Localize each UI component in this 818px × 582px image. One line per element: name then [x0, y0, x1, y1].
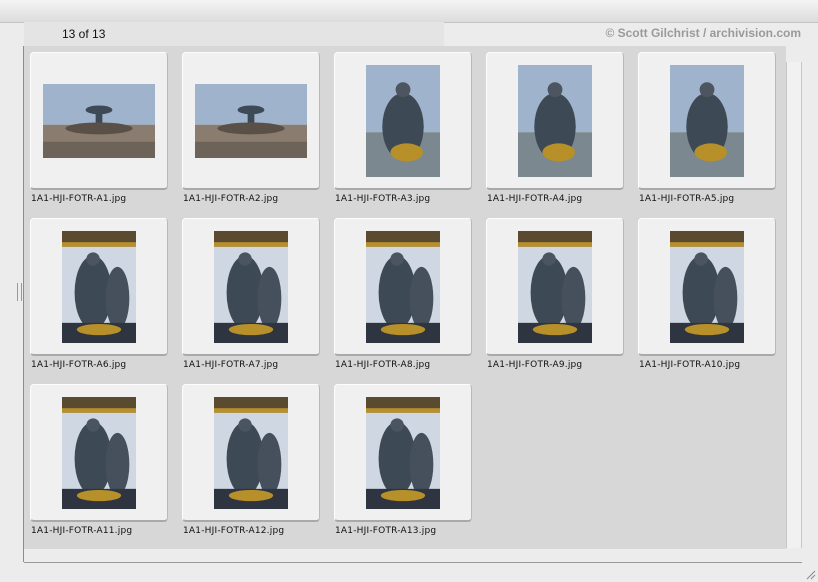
thumbnail-filename: 1A1-HJI-FOTR-A3.jpg [335, 194, 431, 204]
thumbnail-image[interactable] [62, 231, 136, 343]
thumbnail-tile[interactable] [638, 218, 776, 356]
thumbnail-filename: 1A1-HJI-FOTR-A9.jpg [487, 360, 583, 370]
thumbnail-image[interactable] [366, 397, 440, 509]
thumbnail-image[interactable] [670, 231, 744, 343]
thumbnail-image[interactable] [518, 231, 592, 343]
thumbnail-tile[interactable] [30, 52, 168, 190]
vertical-scrollbar[interactable] [786, 62, 802, 548]
thumbnail-filename: 1A1-HJI-FOTR-A6.jpg [31, 360, 127, 370]
thumbnail-tile[interactable] [30, 218, 168, 356]
thumbnail-filename: 1A1-HJI-FOTR-A8.jpg [335, 360, 431, 370]
thumbnail-filename: 1A1-HJI-FOTR-A12.jpg [183, 526, 285, 536]
thumbnail-image[interactable] [518, 65, 592, 177]
thumbnail-tile[interactable] [638, 52, 776, 190]
splitter-grip-icon[interactable] [17, 283, 22, 301]
thumbnail-filename: 1A1-HJI-FOTR-A7.jpg [183, 360, 279, 370]
thumbnail-tile[interactable] [30, 384, 168, 522]
thumbnail-image[interactable] [366, 231, 440, 343]
thumbnail-tile[interactable] [182, 218, 320, 356]
thumbnail-filename: 1A1-HJI-FOTR-A1.jpg [31, 194, 127, 204]
thumbnail-image[interactable] [195, 84, 307, 158]
thumbnail-tile[interactable] [334, 384, 472, 522]
window-top-bar [0, 0, 818, 23]
thumbnail-tile[interactable] [334, 52, 472, 190]
thumbnail-image[interactable] [214, 231, 288, 343]
thumbnail-filename: 1A1-HJI-FOTR-A2.jpg [183, 194, 279, 204]
thumbnail-image[interactable] [214, 397, 288, 509]
thumbnail-filename: 1A1-HJI-FOTR-A10.jpg [639, 360, 741, 370]
thumbnail-tile[interactable] [486, 218, 624, 356]
thumbnail-filename: 1A1-HJI-FOTR-A11.jpg [31, 526, 133, 536]
panel-bottom-border [24, 562, 802, 563]
thumbnail-tile[interactable] [182, 52, 320, 190]
resize-grip-icon[interactable] [804, 568, 816, 580]
copyright-credit: © Scott Gilchrist / archivision.com [605, 26, 801, 40]
thumbnail-filename: 1A1-HJI-FOTR-A5.jpg [639, 194, 735, 204]
thumbnail-image[interactable] [366, 65, 440, 177]
count-bar: 13 of 13 [24, 22, 444, 47]
thumbnail-grid: 1A1-HJI-FOTR-A1.jpg 1A1-HJI-FOTR-A2.jpg 1A… [24, 46, 786, 549]
thumbnail-tile[interactable] [182, 384, 320, 522]
thumbnail-image[interactable] [670, 65, 744, 177]
thumbnail-filename: 1A1-HJI-FOTR-A13.jpg [335, 526, 437, 536]
thumbnail-filename: 1A1-HJI-FOTR-A4.jpg [487, 194, 583, 204]
thumbnail-tile[interactable] [334, 218, 472, 356]
thumbnail-tile[interactable] [486, 52, 624, 190]
thumbnail-image[interactable] [62, 397, 136, 509]
image-count: 13 of 13 [62, 27, 106, 41]
thumbnail-image[interactable] [43, 84, 155, 158]
